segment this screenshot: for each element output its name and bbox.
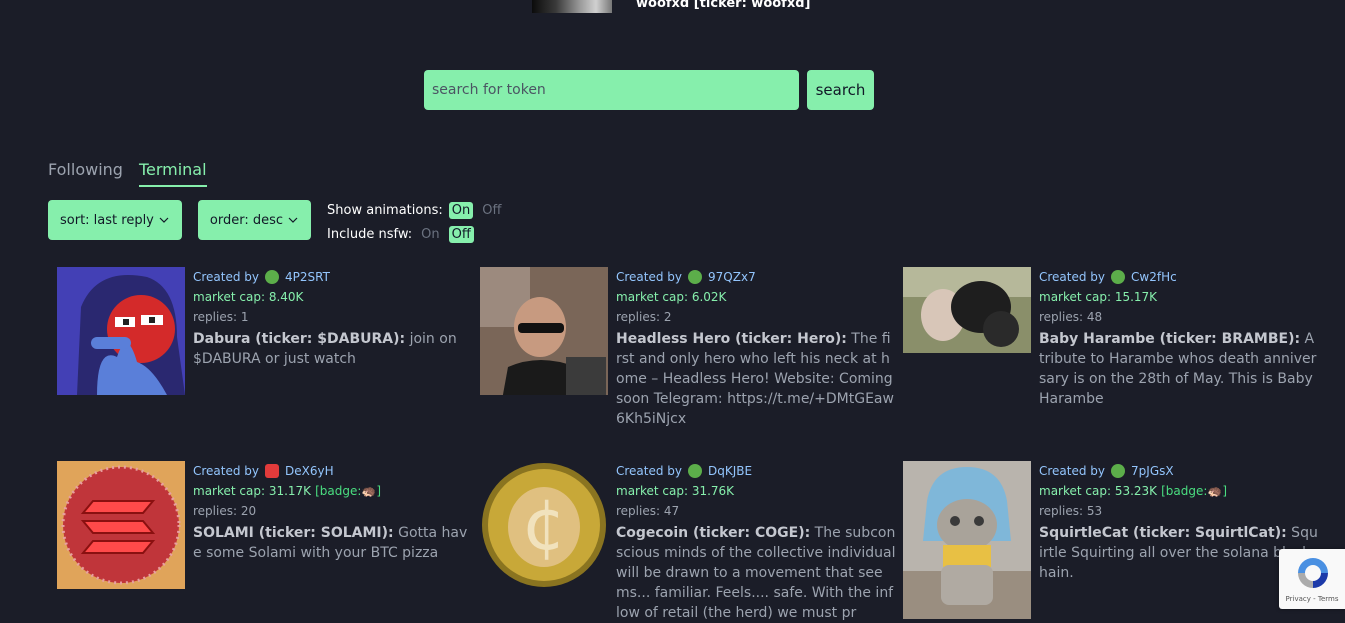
- market-cap-value: market cap: 15.17K: [1039, 290, 1158, 304]
- token-card[interactable]: Created by 97QZx7 market cap: 6.02K repl…: [480, 267, 896, 429]
- show-animations-on[interactable]: On: [448, 201, 474, 219]
- featured-token-image[interactable]: [532, 0, 612, 13]
- creator-link[interactable]: 7pJGsX: [1131, 464, 1174, 478]
- pepe-avatar-icon: [1111, 464, 1126, 478]
- pepe-avatar-icon: [688, 464, 703, 478]
- order-label: order: desc: [209, 212, 284, 228]
- created-by-label: Created by: [193, 270, 260, 284]
- market-cap: market cap: 8.40K: [193, 287, 473, 307]
- market-cap: market cap: 6.02K: [616, 287, 896, 307]
- market-cap-value: market cap: 8.40K: [193, 290, 304, 304]
- market-cap: market cap: 15.17K: [1039, 287, 1319, 307]
- creator-line: Created by DqKJBE: [616, 461, 896, 481]
- creator-link[interactable]: DqKJBE: [708, 464, 752, 478]
- token-name: Cogecoin (ticker: COGE):: [616, 525, 811, 541]
- pepe-avatar-icon: [688, 270, 703, 284]
- market-cap: market cap: 31.76K: [616, 481, 896, 501]
- chevron-down-icon: [159, 217, 169, 223]
- market-cap-value: market cap: 31.76K: [616, 484, 735, 498]
- creator-link[interactable]: Cw2fHc: [1131, 270, 1177, 284]
- token-image[interactable]: [57, 267, 185, 395]
- replies-count: replies: 48: [1039, 310, 1103, 324]
- pepe-avatar-icon: [1111, 270, 1126, 284]
- feed-tabs: Following Terminal: [48, 160, 207, 187]
- token-card[interactable]: Created by DeX6yH market cap: 31.17K [bad…: [57, 461, 473, 589]
- tab-terminal[interactable]: Terminal: [138, 160, 207, 187]
- recaptcha-icon: [1298, 558, 1328, 588]
- feed-controls: sort: last reply order: desc Show animat…: [48, 200, 504, 244]
- include-nsfw-toggle: Include nsfw: On Off: [327, 224, 504, 244]
- token-description: Headless Hero (ticker: Hero): The first …: [616, 329, 896, 429]
- hedgehog-badge: [badge:🦔]: [315, 484, 381, 498]
- creator-line: Created by 4P2SRT: [193, 267, 473, 287]
- replies-count: replies: 1: [193, 310, 249, 324]
- creator-line: Created by Cw2fHc: [1039, 267, 1319, 287]
- token-name: Dabura (ticker: $DABURA):: [193, 331, 406, 347]
- sort-dropdown[interactable]: sort: last reply: [48, 200, 182, 240]
- sort-label: sort: last reply: [60, 212, 154, 228]
- replies-count: replies: 2: [616, 310, 672, 324]
- token-image[interactable]: [57, 461, 185, 589]
- created-by-label: Created by: [616, 464, 683, 478]
- market-cap: market cap: 31.17K [badge:🦔]: [193, 481, 473, 501]
- token-description: Cogecoin (ticker: COGE): The subconsciou…: [616, 523, 896, 623]
- token-description: Baby Harambe (ticker: BRAMBE): A tribute…: [1039, 329, 1319, 409]
- pepe-avatar-icon: [265, 270, 280, 284]
- order-dropdown[interactable]: order: desc: [197, 200, 312, 240]
- creator-line: Created by DeX6yH: [193, 461, 473, 481]
- include-nsfw-label: Include nsfw:: [327, 226, 413, 242]
- token-card[interactable]: Created by 4P2SRT market cap: 8.40K repl…: [57, 267, 473, 395]
- created-by-label: Created by: [1039, 464, 1106, 478]
- market-cap-value: market cap: 53.23K: [1039, 484, 1158, 498]
- creator-link[interactable]: DeX6yH: [285, 464, 334, 478]
- show-animations-label: Show animations:: [327, 202, 443, 218]
- token-card[interactable]: ¢ Created by DqKJBE market cap: 31.76K r…: [480, 461, 896, 623]
- creator-line: Created by 97QZx7: [616, 267, 896, 287]
- hedgehog-badge: [badge:🦔]: [1161, 484, 1227, 498]
- recaptcha-badge[interactable]: Privacy - Terms: [1279, 549, 1345, 609]
- solami-avatar-icon: [265, 464, 280, 478]
- top-banner: woofxd [ticker: woofxd]: [0, 0, 1345, 14]
- tab-following[interactable]: Following: [48, 160, 123, 187]
- token-name: Baby Harambe (ticker: BRAMBE):: [1039, 331, 1301, 347]
- svg-text:¢: ¢: [522, 484, 567, 566]
- token-name: Headless Hero (ticker: Hero):: [616, 331, 847, 347]
- include-nsfw-on[interactable]: On: [418, 226, 442, 243]
- token-name: SquirtleCat (ticker: SquirtlCat):: [1039, 525, 1287, 541]
- search-bar: search: [424, 70, 874, 110]
- search-button[interactable]: search: [807, 70, 874, 110]
- token-image[interactable]: [903, 267, 1031, 353]
- token-image[interactable]: [480, 267, 608, 395]
- created-by-label: Created by: [1039, 270, 1106, 284]
- replies-count: replies: 53: [1039, 504, 1103, 518]
- token-image[interactable]: ¢: [480, 461, 608, 589]
- replies-count: replies: 20: [193, 504, 257, 518]
- created-by-label: Created by: [193, 464, 260, 478]
- search-input[interactable]: [424, 70, 799, 110]
- market-cap-value: market cap: 6.02K: [616, 290, 727, 304]
- market-cap-value: market cap: 31.17K: [193, 484, 312, 498]
- token-image[interactable]: [903, 461, 1031, 619]
- market-cap: market cap: 53.23K [badge:🦔]: [1039, 481, 1319, 501]
- chevron-down-icon: [288, 217, 298, 223]
- creator-line: Created by 7pJGsX: [1039, 461, 1319, 481]
- filter-toggles: Show animations: On Off Include nsfw: On…: [327, 200, 504, 244]
- token-description: SquirtleCat (ticker: SquirtlCat): Squirt…: [1039, 523, 1319, 583]
- creator-link[interactable]: 97QZx7: [708, 270, 756, 284]
- show-animations-toggle: Show animations: On Off: [327, 200, 504, 220]
- featured-token-title[interactable]: woofxd [ticker: woofxd]: [636, 0, 810, 11]
- recaptcha-links[interactable]: Privacy - Terms: [1279, 595, 1345, 603]
- replies-count: replies: 47: [616, 504, 680, 518]
- token-card[interactable]: Created by 7pJGsX market cap: 53.23K [bad…: [903, 461, 1319, 619]
- creator-link[interactable]: 4P2SRT: [285, 270, 330, 284]
- show-animations-off[interactable]: Off: [479, 202, 504, 219]
- token-name: SOLAMI (ticker: SOLAMI):: [193, 525, 394, 541]
- token-description: Dabura (ticker: $DABURA): join on $DABUR…: [193, 329, 473, 369]
- token-card[interactable]: Created by Cw2fHc market cap: 15.17K rep…: [903, 267, 1319, 409]
- include-nsfw-off[interactable]: Off: [448, 225, 474, 243]
- token-description: SOLAMI (ticker: SOLAMI): Gotta have some…: [193, 523, 473, 563]
- created-by-label: Created by: [616, 270, 683, 284]
